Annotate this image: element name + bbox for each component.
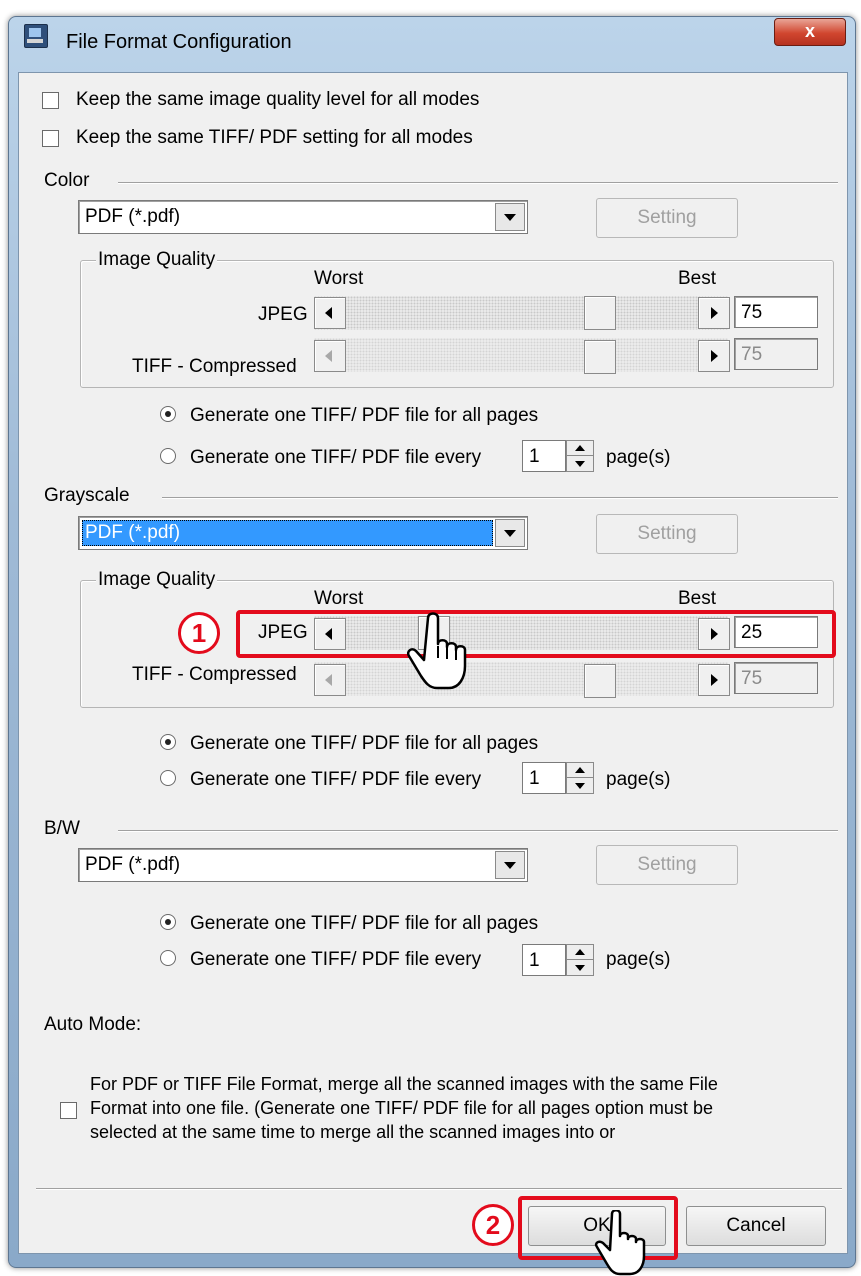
chevron-down-icon[interactable] [495,851,525,879]
color-radio-all-pages[interactable] [160,406,176,422]
grayscale-every-spin-buttons[interactable] [566,762,594,794]
bw-radio-all-label: Generate one TIFF/ PDF file for all page… [190,913,539,934]
pointer-hand-icon [594,1210,646,1276]
pointer-hand-icon [407,612,467,690]
color-jpeg-slider-left[interactable] [314,297,346,329]
chevron-down-icon[interactable] [495,203,525,231]
color-tiff-label: TIFF - Compressed [132,356,297,377]
color-tiff-slider-left[interactable] [314,340,346,372]
grayscale-worst-label: Worst [314,588,364,609]
grayscale-best-label: Best [678,588,717,609]
footer-divider [36,1188,842,1190]
color-every-spin-buttons[interactable] [566,440,594,472]
grayscale-section-label: Grayscale [44,485,130,506]
grayscale-tiff-label: TIFF - Compressed [132,664,297,685]
step2-marker: 2 [472,1204,514,1246]
color-setting-button[interactable]: Setting [596,198,738,238]
grayscale-every-spin-field[interactable]: 1 [522,762,566,794]
color-jpeg-slider-thumb[interactable] [584,296,616,330]
color-jpeg-value-field[interactable]: 75 [734,296,818,328]
grayscale-format-value: PDF (*.pdf) [85,522,181,543]
grayscale-tiff-value-field[interactable]: 75 [734,662,818,694]
color-jpeg-slider[interactable] [314,296,728,330]
color-format-value: PDF (*.pdf) [85,206,181,227]
color-radio-every[interactable] [160,448,176,464]
auto-merge-text-line1: For PDF or TIFF File Format, merge all t… [90,1074,718,1094]
grayscale-tiff-slider-left[interactable] [314,664,346,696]
bw-every-spin-field[interactable]: 1 [522,944,566,976]
bw-radio-every-label: Generate one TIFF/ PDF file every [190,949,482,970]
color-worst-label: Worst [314,268,364,289]
color-best-label: Best [678,268,717,289]
keep-quality-checkbox[interactable] [42,92,59,109]
auto-merge-checkbox[interactable] [60,1102,77,1119]
chevron-down-icon[interactable] [495,519,525,547]
color-tiff-value-field[interactable]: 75 [734,338,818,370]
bw-pages-label: page(s) [606,949,671,970]
bw-every-spin-buttons[interactable] [566,944,594,976]
color-every-spin-field[interactable]: 1 [522,440,566,472]
bw-section-label: B/W [44,818,80,839]
grayscale-pages-label: page(s) [606,769,671,790]
color-format-select[interactable]: PDF (*.pdf) [78,200,528,234]
grayscale-radio-every[interactable] [160,770,176,786]
grayscale-radio-all-pages[interactable] [160,734,176,750]
cancel-button[interactable]: Cancel [686,1206,826,1246]
step1-highlight-box [236,610,836,658]
grayscale-tiff-slider-right[interactable] [698,664,730,696]
grayscale-setting-button[interactable]: Setting [596,514,738,554]
color-jpeg-slider-right[interactable] [698,297,730,329]
close-button[interactable]: x [774,18,846,46]
color-tiff-slider[interactable] [314,338,728,372]
window-title: File Format Configuration [66,31,292,53]
keep-quality-label: Keep the same image quality level for al… [76,89,480,110]
auto-mode-label: Auto Mode: [44,1014,142,1035]
grayscale-divider [162,497,838,499]
file-format-config-window: File Format Configuration x Keep the sam… [0,0,861,1276]
auto-merge-text-line2: Format into one file. (Generate one TIFF… [90,1098,713,1118]
color-tiff-slider-right[interactable] [698,340,730,372]
keep-tiff-pdf-checkbox[interactable] [42,130,59,147]
grayscale-radio-every-label: Generate one TIFF/ PDF file every [190,769,482,790]
color-tiff-slider-thumb[interactable] [584,340,616,374]
step1-marker: 1 [178,612,220,654]
bw-setting-button[interactable]: Setting [596,845,738,885]
scanner-app-icon [24,24,48,48]
grayscale-tiff-slider[interactable] [314,662,728,696]
bw-format-value: PDF (*.pdf) [85,854,181,875]
color-image-quality-label: Image Quality [96,249,218,271]
color-jpeg-label: JPEG [258,304,308,325]
bw-format-select[interactable]: PDF (*.pdf) [78,848,528,882]
color-pages-label: page(s) [606,447,671,468]
color-divider [118,182,838,184]
grayscale-format-select[interactable]: PDF (*.pdf) [78,516,528,550]
color-section-label: Color [44,170,90,191]
auto-merge-text-line3: selected at the same time to merge all t… [90,1122,616,1142]
color-radio-every-label: Generate one TIFF/ PDF file every [190,447,482,468]
bw-radio-every[interactable] [160,950,176,966]
grayscale-radio-all-label: Generate one TIFF/ PDF file for all page… [190,733,539,754]
keep-tiff-pdf-label: Keep the same TIFF/ PDF setting for all … [76,127,473,148]
grayscale-tiff-slider-thumb[interactable] [584,664,616,698]
color-radio-all-label: Generate one TIFF/ PDF file for all page… [190,405,539,426]
grayscale-image-quality-label: Image Quality [96,569,218,591]
bw-divider [118,830,838,832]
bw-radio-all-pages[interactable] [160,914,176,930]
